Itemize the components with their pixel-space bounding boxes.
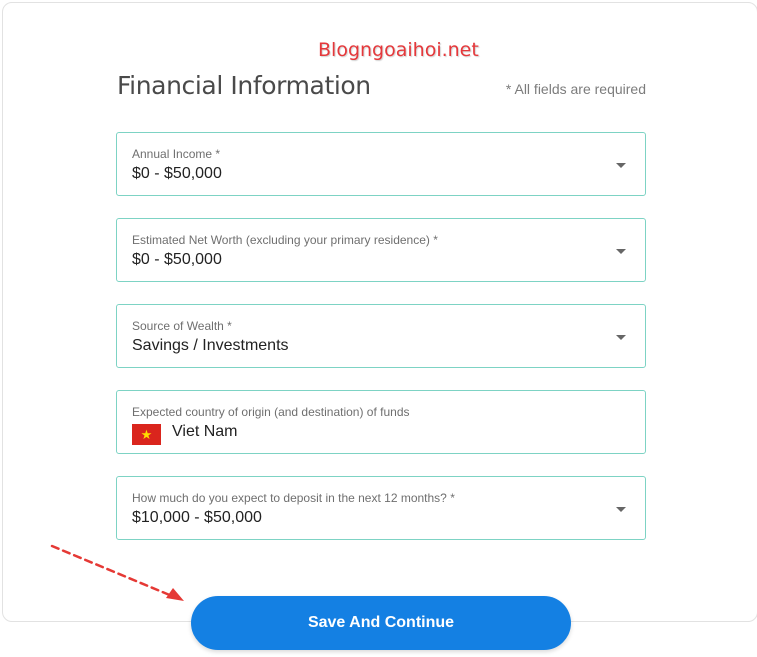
field-value: $10,000 - $50,000 xyxy=(132,509,262,526)
country-of-funds-field[interactable]: Expected country of origin (and destinat… xyxy=(116,390,646,454)
field-value: $0 - $50,000 xyxy=(132,165,222,182)
annual-income-select[interactable]: Annual Income * $0 - $50,000 xyxy=(116,132,646,196)
watermark: Blogngoaihoi.net xyxy=(318,39,479,61)
field-label: Source of Wealth * xyxy=(132,319,232,333)
save-and-continue-button[interactable]: Save And Continue xyxy=(191,596,571,650)
field-value: $0 - $50,000 xyxy=(132,251,222,268)
chevron-down-icon[interactable] xyxy=(616,249,626,254)
required-note: * All fields are required xyxy=(505,81,646,97)
chevron-down-icon[interactable] xyxy=(616,507,626,512)
chevron-down-icon[interactable] xyxy=(616,163,626,168)
field-label: Expected country of origin (and destinat… xyxy=(132,405,410,419)
red-dashed-arrow-icon xyxy=(50,544,184,601)
net-worth-select[interactable]: Estimated Net Worth (excluding your prim… xyxy=(116,218,646,282)
field-value: Savings / Investments xyxy=(132,337,289,354)
vietnam-flag-icon: ★ xyxy=(132,424,161,445)
field-value: Viet Nam xyxy=(172,423,238,440)
field-label: Annual Income * xyxy=(132,147,221,161)
source-of-wealth-select[interactable]: Source of Wealth * Savings / Investments xyxy=(116,304,646,368)
field-label: How much do you expect to deposit in the… xyxy=(132,491,455,505)
chevron-down-icon[interactable] xyxy=(616,335,626,340)
field-label: Estimated Net Worth (excluding your prim… xyxy=(132,233,438,247)
page-title: Financial Information xyxy=(117,71,371,100)
expected-deposit-select[interactable]: How much do you expect to deposit in the… xyxy=(116,476,646,540)
